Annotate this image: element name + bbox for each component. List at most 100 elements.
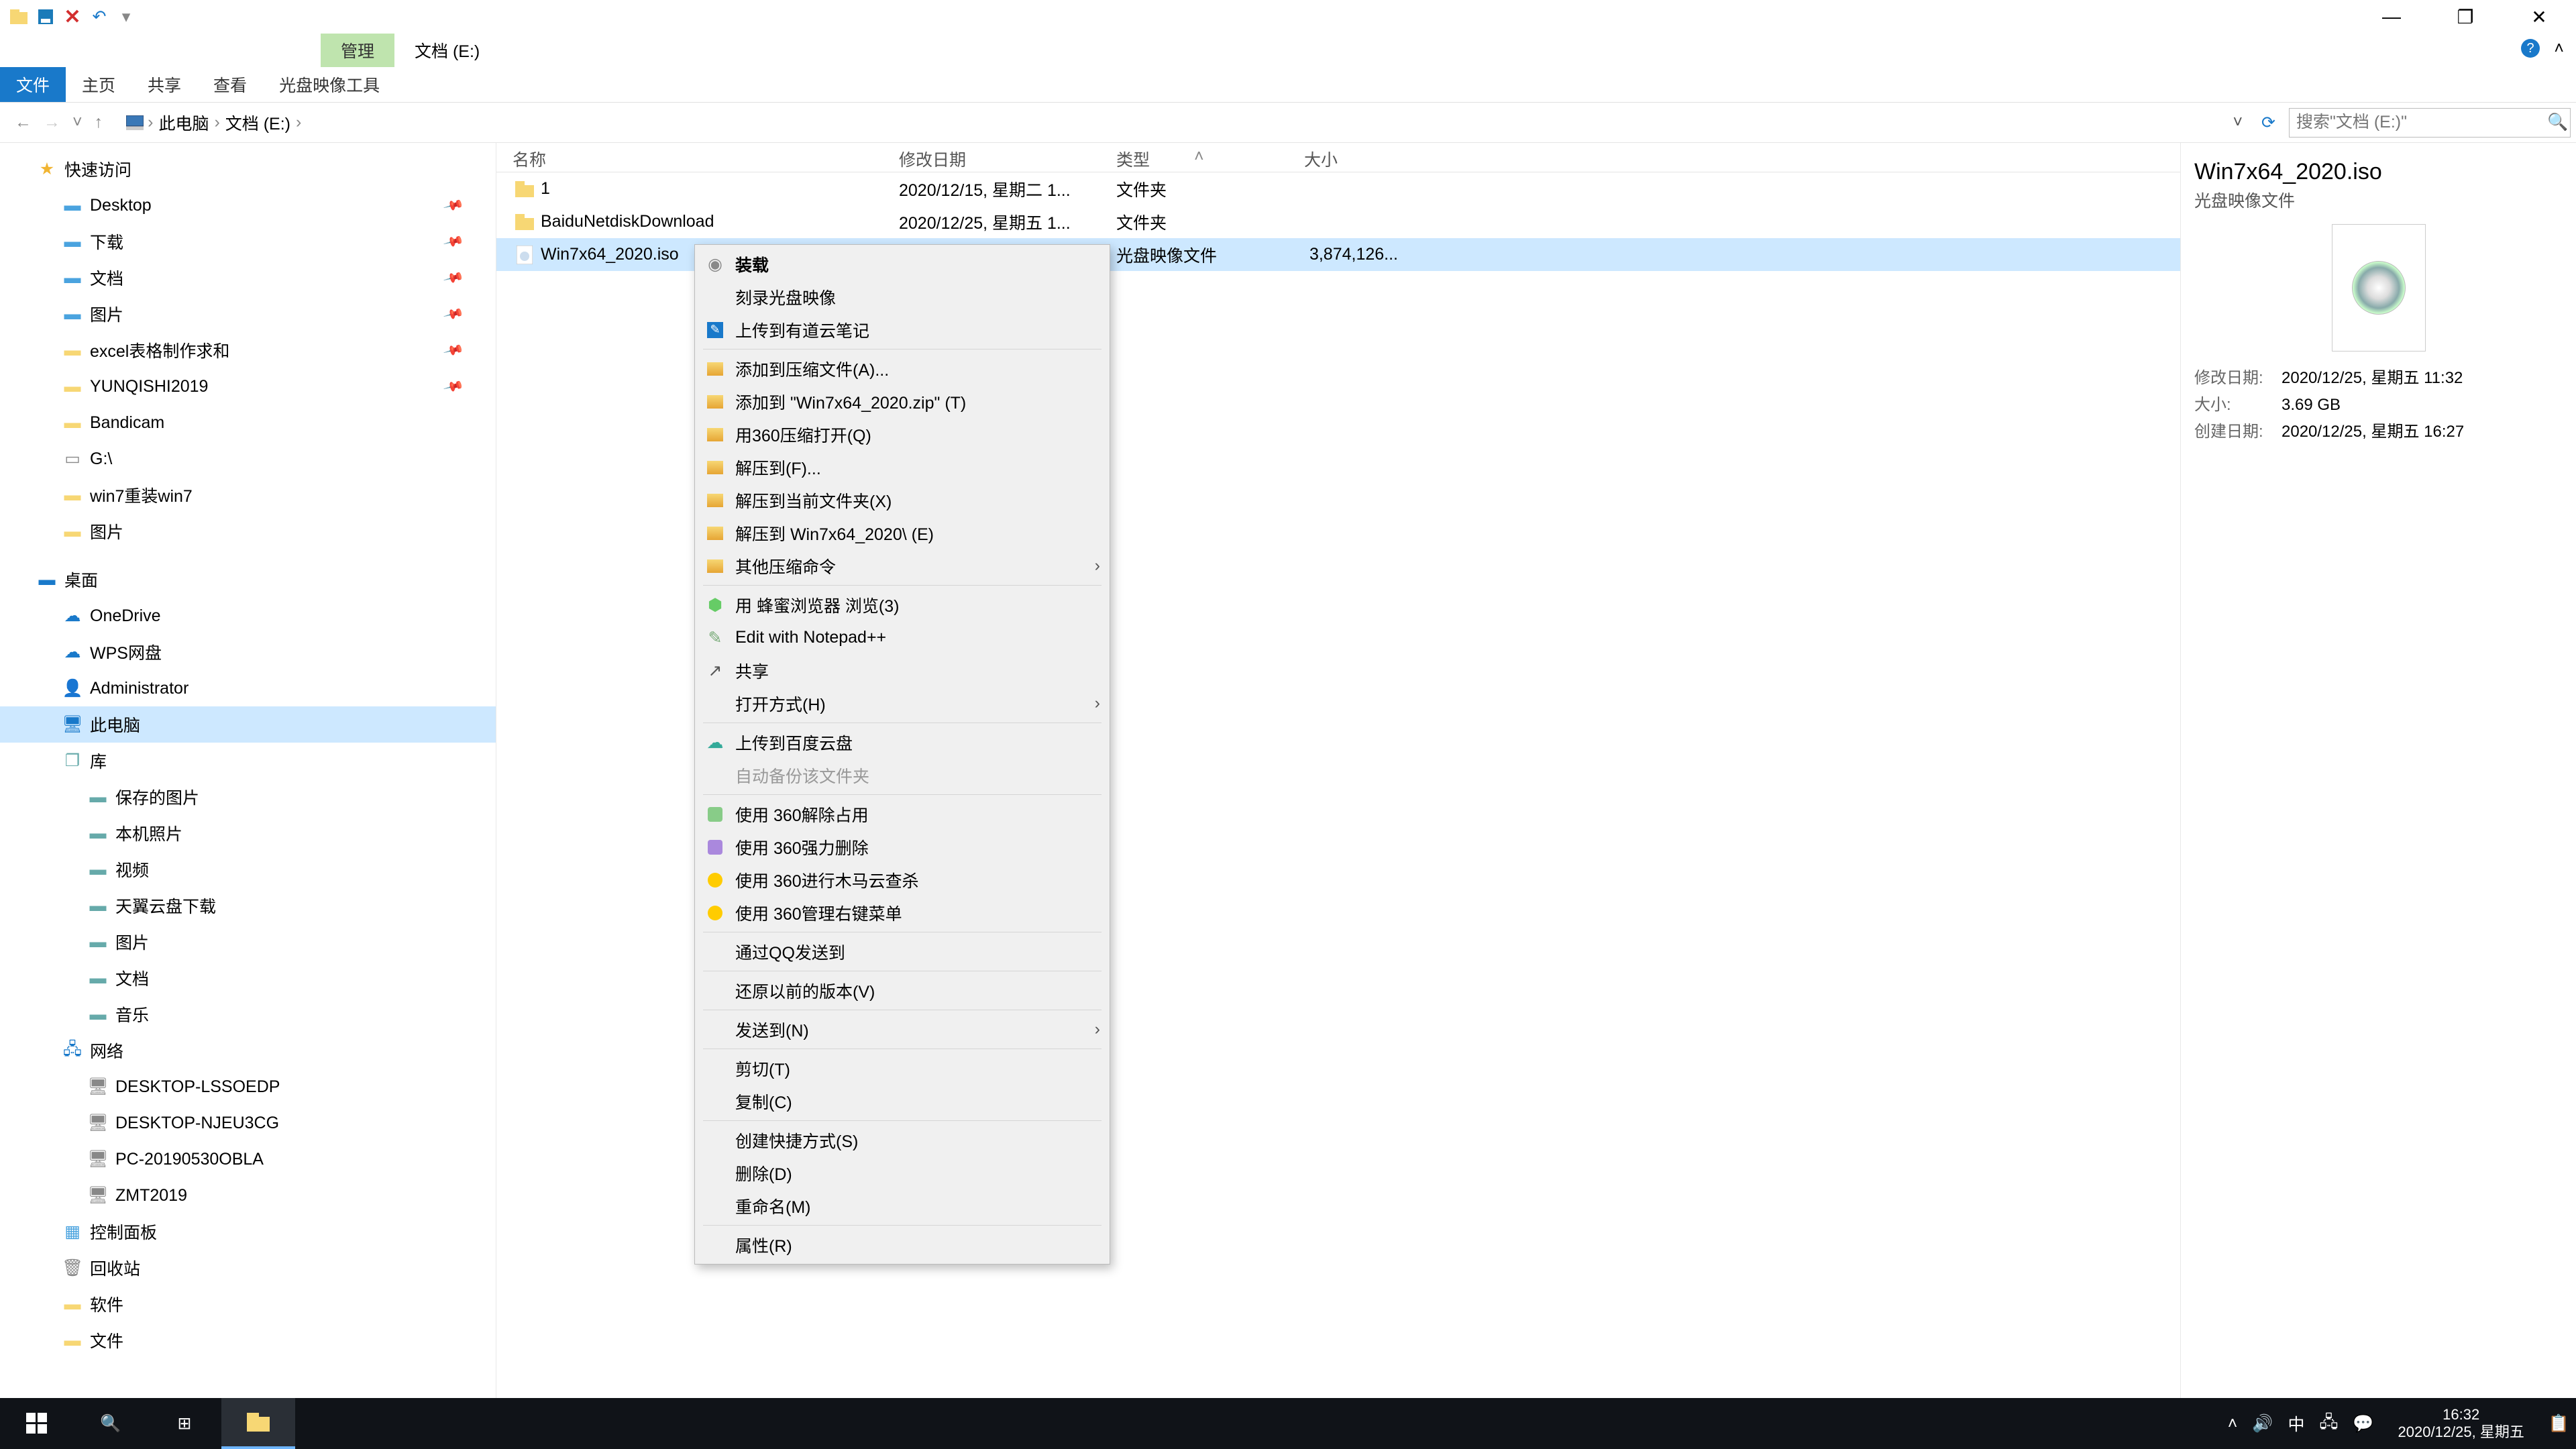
col-date[interactable]: 修改日期 — [892, 143, 1110, 172]
nav-lib-item[interactable]: ▬保存的图片 — [0, 779, 496, 815]
minimize-button[interactable]: — — [2355, 0, 2428, 34]
start-button[interactable] — [0, 1398, 74, 1449]
nav-recycle[interactable]: 🗑回收站 — [0, 1250, 496, 1286]
network-icon[interactable]: 🖧 — [2319, 1409, 2338, 1438]
tab-file[interactable]: 文件 — [0, 67, 66, 102]
context-menu-item[interactable]: 解压到(F)... — [695, 451, 1110, 484]
context-menu-item[interactable]: 使用 360解除占用 — [695, 798, 1110, 830]
context-menu-item[interactable]: ◉装载 — [695, 248, 1110, 280]
context-menu-item[interactable]: 其他压缩命令› — [695, 549, 1110, 582]
nav-quick-access[interactable]: ★快速访问 — [0, 151, 496, 187]
context-menu-item[interactable]: 打开方式(H)› — [695, 687, 1110, 720]
col-size[interactable]: 大小 — [1297, 143, 1405, 172]
nav-desktop-root[interactable]: ▬桌面 — [0, 561, 496, 598]
context-menu-item[interactable]: 使用 360进行木马云查杀 — [695, 863, 1110, 896]
nav-desktop[interactable]: ▬Desktop📌 — [0, 187, 496, 223]
nav-lib-item[interactable]: ▬文档 — [0, 960, 496, 996]
context-menu-item[interactable]: 创建快捷方式(S) — [695, 1124, 1110, 1157]
nav-lib-item[interactable]: ▬本机照片 — [0, 815, 496, 851]
close-button[interactable]: ✕ — [2502, 0, 2576, 34]
nav-lib-item[interactable]: ▬图片 — [0, 924, 496, 960]
nav-folder[interactable]: ▬软件 — [0, 1286, 496, 1322]
context-menu-item[interactable]: 发送到(N)› — [695, 1013, 1110, 1046]
taskbar-clock[interactable]: 16:32 2020/12/25, 星期五 — [2389, 1406, 2534, 1441]
context-menu-item[interactable]: 解压到当前文件夹(X) — [695, 484, 1110, 517]
delete-icon[interactable]: ✕ — [60, 5, 85, 29]
context-menu-item[interactable]: 解压到 Win7x64_2020\ (E) — [695, 517, 1110, 549]
nav-control-panel[interactable]: ▦控制面板 — [0, 1214, 496, 1250]
nav-admin[interactable]: 👤Administrator — [0, 670, 496, 706]
nav-this-pc[interactable]: 🖥此电脑 — [0, 706, 496, 743]
nav-net-pc[interactable]: 🖥PC-20190530OBLA — [0, 1141, 496, 1177]
back-button[interactable]: ← — [15, 113, 32, 132]
context-menu-item[interactable]: ☁上传到百度云盘 — [695, 726, 1110, 759]
volume-icon[interactable]: 🔊 — [2252, 1414, 2273, 1434]
context-menu-item[interactable]: 删除(D) — [695, 1157, 1110, 1189]
nav-net-pc[interactable]: 🖥ZMT2019 — [0, 1177, 496, 1214]
context-menu-item[interactable]: ⬢用 蜂蜜浏览器 浏览(3) — [695, 588, 1110, 621]
col-name[interactable]: 名称˄ — [496, 143, 892, 172]
context-menu-item[interactable]: 还原以前的版本(V) — [695, 974, 1110, 1007]
file-row[interactable]: 1 2020/12/15, 星期二 1... 文件夹 — [496, 172, 2180, 205]
search-box[interactable]: 🔍 — [2289, 108, 2571, 138]
breadcrumb-seg[interactable]: 文档 (E:) — [224, 108, 292, 138]
tab-home[interactable]: 主页 — [66, 67, 131, 102]
nav-folder[interactable]: ▬win7重装win7 — [0, 477, 496, 513]
folder-icon[interactable] — [7, 5, 31, 29]
forward-button[interactable]: → — [44, 113, 60, 132]
context-menu-item[interactable]: 使用 360强力删除 — [695, 830, 1110, 863]
action-center-icon[interactable]: 💬 — [2353, 1414, 2373, 1434]
nav-folder[interactable]: ▬图片 — [0, 513, 496, 549]
recent-dropdown[interactable]: ˅ — [72, 113, 83, 132]
context-menu-item[interactable]: 重命名(M) — [695, 1189, 1110, 1222]
nav-onedrive[interactable]: ☁OneDrive — [0, 598, 496, 634]
nav-folder[interactable]: ▬YUNQISHI2019📌 — [0, 368, 496, 405]
ime-indicator[interactable]: 中 — [2288, 1411, 2304, 1436]
nav-downloads[interactable]: ▬下载📌 — [0, 223, 496, 260]
context-menu-item[interactable]: 复制(C) — [695, 1085, 1110, 1118]
context-menu-item[interactable]: 剪切(T) — [695, 1052, 1110, 1085]
task-view-button[interactable]: ⊞ — [148, 1398, 221, 1449]
nav-documents[interactable]: ▬文档📌 — [0, 260, 496, 296]
nav-wps[interactable]: ☁WPS网盘 — [0, 634, 496, 670]
restore-button[interactable]: ❐ — [2428, 0, 2502, 34]
search-icon[interactable]: 🔍 — [2547, 113, 2563, 132]
tray-notification-icon[interactable]: 📋 — [2548, 1414, 2569, 1434]
refresh-icon[interactable]: ⟳ — [2256, 113, 2281, 133]
context-menu-item[interactable]: 添加到压缩文件(A)... — [695, 352, 1110, 385]
up-button[interactable]: ↑ — [95, 113, 103, 132]
undo-icon[interactable]: ↶ — [87, 5, 111, 29]
context-menu-item[interactable]: 添加到 "Win7x64_2020.zip" (T) — [695, 385, 1110, 418]
context-menu-item[interactable]: ✎Edit with Notepad++ — [695, 621, 1110, 654]
context-menu-item[interactable]: ↗共享 — [695, 654, 1110, 687]
tab-share[interactable]: 共享 — [131, 67, 197, 102]
nav-pictures[interactable]: ▬图片📌 — [0, 296, 496, 332]
path-dropdown-icon[interactable]: ˅ — [2227, 113, 2248, 132]
search-input[interactable] — [2296, 113, 2547, 132]
nav-lib-item[interactable]: ▬音乐 — [0, 996, 496, 1032]
tab-disc-tools[interactable]: 光盘映像工具 — [263, 67, 396, 102]
context-menu-item[interactable]: 用360压缩打开(Q) — [695, 418, 1110, 451]
context-menu-item[interactable]: ✎上传到有道云笔记 — [695, 313, 1110, 346]
file-row[interactable]: BaiduNetdiskDownload 2020/12/25, 星期五 1..… — [496, 205, 2180, 238]
nav-folder[interactable]: ▬Bandicam — [0, 405, 496, 441]
context-menu-item[interactable]: 属性(R) — [695, 1228, 1110, 1261]
ribbon-collapse-icon[interactable]: ˄ — [2554, 39, 2564, 58]
nav-folder[interactable]: ▬excel表格制作求和📌 — [0, 332, 496, 368]
nav-libraries[interactable]: ❐库 — [0, 743, 496, 779]
search-button[interactable]: 🔍 — [74, 1398, 148, 1449]
context-menu-item[interactable]: 通过QQ发送到 — [695, 935, 1110, 968]
help-icon[interactable]: ? — [2521, 39, 2540, 58]
save-icon[interactable] — [34, 5, 58, 29]
breadcrumb[interactable]: › 此电脑 › 文档 (E:) › — [120, 107, 2219, 138]
nav-network[interactable]: 🖧网络 — [0, 1032, 496, 1069]
dropdown-icon[interactable]: ▾ — [114, 5, 138, 29]
breadcrumb-root[interactable]: 此电脑 — [157, 108, 210, 138]
tray-up-icon[interactable]: ˄ — [2228, 1414, 2238, 1434]
nav-lib-item[interactable]: ▬天翼云盘下载 — [0, 888, 496, 924]
nav-drive[interactable]: ▭G:\ — [0, 441, 496, 477]
nav-net-pc[interactable]: 🖥DESKTOP-NJEU3CG — [0, 1105, 496, 1141]
tab-view[interactable]: 查看 — [197, 67, 263, 102]
nav-lib-item[interactable]: ▬视频 — [0, 851, 496, 888]
context-menu-item[interactable]: 刻录光盘映像 — [695, 280, 1110, 313]
